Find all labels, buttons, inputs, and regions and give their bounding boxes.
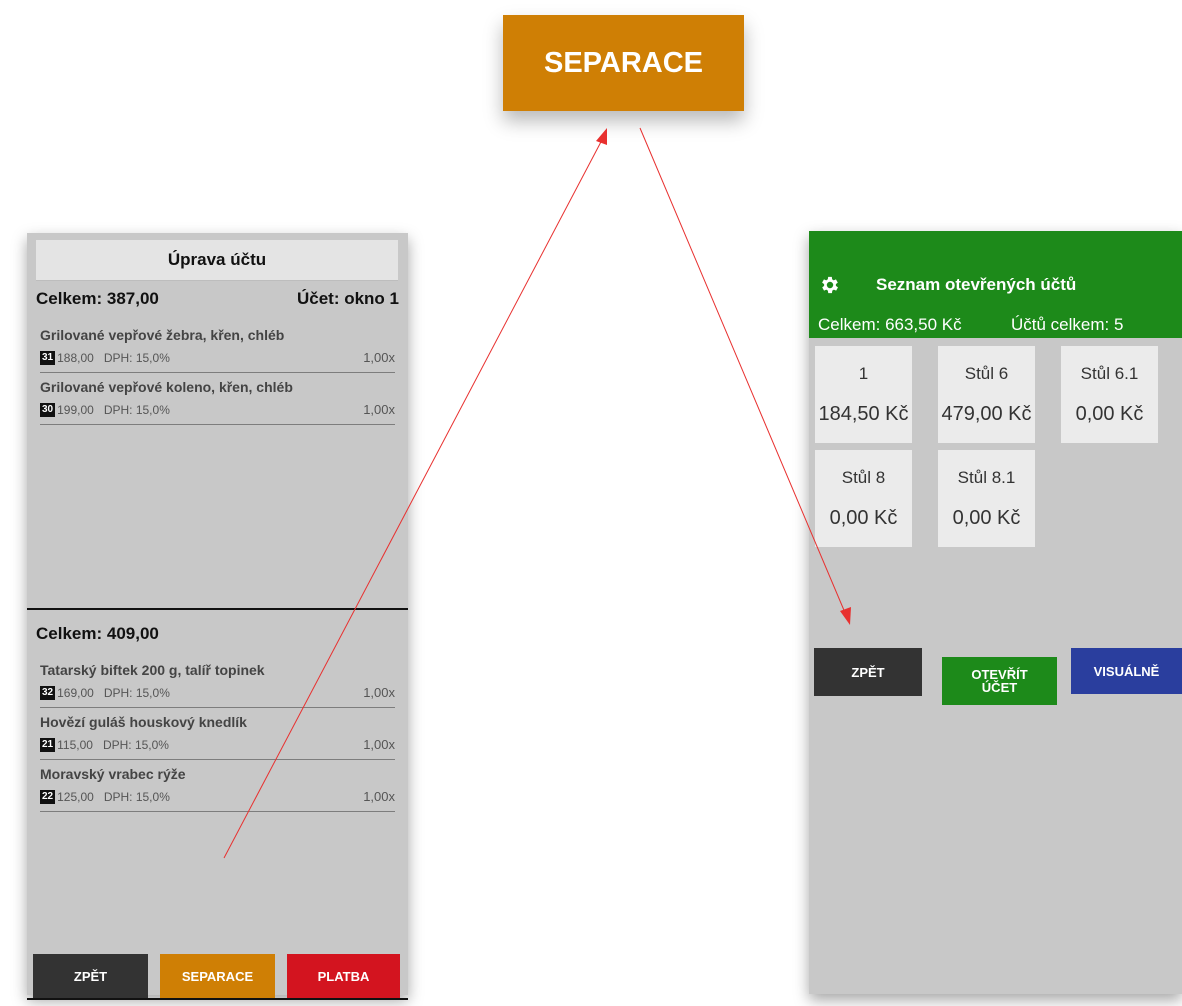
item-vat: DPH: 15,0% [102,737,169,752]
header-bar: Seznam otevřených účtů Celkem: 663,50 Kč… [809,231,1182,338]
item-qty: 1,00x [363,789,395,804]
item-qty: 1,00x [363,402,395,417]
item-badge: 21 [40,737,56,752]
account-name: Účet: okno 1 [296,289,399,308]
list-item[interactable]: Grilované vepřové koleno, křen, chléb 30… [40,373,395,425]
item-name: Tatarský biftek 200 g, talíř topinek [40,662,265,678]
open-account-button[interactable]: OTEVŘÍT ÚČET [942,657,1057,705]
account-tile[interactable]: 1 184,50 Kč [815,346,912,443]
item-vat: DPH: 15,0% [103,789,170,804]
item-badge: 32 [40,685,56,700]
item-name: Grilované vepřové koleno, křen, chléb [40,379,293,395]
bottom-summary: Celkem: 409,00 [36,624,399,644]
item-vat: DPH: 15,0% [103,350,170,365]
top-items-list: Grilované vepřové žebra, křen, chléb 31 … [40,321,395,425]
list-item[interactable]: Hovězí guláš houskový knedlík 21 115,00 … [40,708,395,760]
item-qty: 1,00x [363,737,395,752]
tile-name: Stůl 6.1 [1080,363,1139,383]
tile-amount: 184,50 Kč [818,402,909,425]
tile-name: 1 [858,363,869,383]
tile-amount: 479,00 Kč [941,402,1032,425]
account-tile[interactable]: Stůl 6.1 0,00 Kč [1061,346,1158,443]
item-price: 199,00 [57,402,94,417]
tile-amount: 0,00 Kč [829,506,898,529]
item-badge: 31 [40,350,56,365]
top-summary: Celkem: 387,00 Účet: okno 1 [36,289,399,309]
separace-button[interactable]: SEPARACE [160,954,275,998]
bottom-total: Celkem: 409,00 [36,624,159,643]
item-qty: 1,00x [363,685,395,700]
bottom-items-list: Tatarský biftek 200 g, talíř topinek 32 … [40,656,395,812]
tile-name: Stůl 6 [964,363,1009,383]
tile-name: Stůl 8.1 [957,467,1016,487]
visual-button[interactable]: VISUÁLNĚ [1071,648,1182,694]
item-qty: 1,00x [363,350,395,365]
item-price: 125,00 [57,789,94,804]
item-price: 188,00 [57,350,94,365]
gear-icon[interactable] [819,274,841,296]
page-title: Seznam otevřených účtů [876,275,1077,294]
item-badge: 22 [40,789,56,804]
item-name: Moravský vrabec rýže [40,766,186,782]
tile-name: Stůl 8 [841,467,886,487]
bottom-divider [27,998,408,1000]
open-account-label-2: ÚČET [981,680,1018,695]
item-price: 169,00 [57,685,94,700]
edit-account-panel: Úprava účtu Celkem: 387,00 Účet: okno 1 … [27,233,408,1000]
item-vat: DPH: 15,0% [103,685,170,700]
account-tile[interactable]: Stůl 8 0,00 Kč [815,450,912,547]
account-tile[interactable]: Stůl 6 479,00 Kč [938,346,1035,443]
back-button[interactable]: ZPĚT [814,648,922,696]
item-vat: DPH: 15,0% [103,402,170,417]
split-divider [27,608,408,610]
list-item[interactable]: Grilované vepřové žebra, křen, chléb 31 … [40,321,395,373]
top-total: Celkem: 387,00 [36,289,159,308]
tile-amount: 0,00 Kč [1075,402,1144,425]
separace-button-zoomed[interactable]: SEPARACE [503,15,744,111]
arrowhead-up [596,128,607,145]
tile-amount: 0,00 Kč [952,506,1021,529]
back-button[interactable]: ZPĚT [33,954,148,998]
accounts-count: Účtů celkem: 5 [1011,315,1124,334]
item-name: Hovězí guláš houskový knedlík [40,714,247,730]
list-item[interactable]: Moravský vrabec rýže 22 125,00 DPH: 15,0… [40,760,395,812]
accounts-total: Celkem: 663,50 Kč [818,315,962,334]
item-name: Grilované vepřové žebra, křen, chléb [40,327,285,343]
item-price: 115,00 [57,737,93,752]
open-accounts-panel: Seznam otevřených účtů Celkem: 663,50 Kč… [809,231,1182,994]
item-badge: 30 [40,402,56,417]
list-item[interactable]: Tatarský biftek 200 g, talíř topinek 32 … [40,656,395,708]
pay-button[interactable]: PLATBA [287,954,400,998]
account-tile[interactable]: Stůl 8.1 0,00 Kč [938,450,1035,547]
page-title: Úprava účtu [36,240,398,281]
